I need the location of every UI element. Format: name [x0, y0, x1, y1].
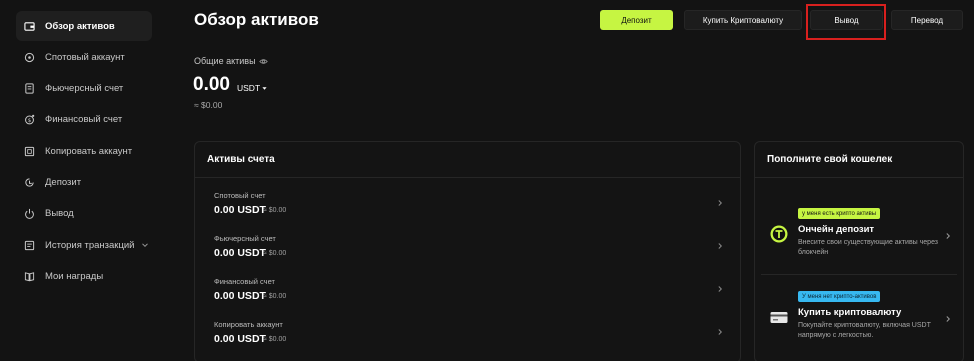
- account-name: Спотовый счет: [214, 191, 266, 200]
- sidebar-item-label: История транзакций: [45, 239, 135, 251]
- sidebar-item-transaction-history[interactable]: История транзакций: [16, 230, 152, 260]
- chevron-right-icon: [718, 243, 723, 249]
- total-assets-value: 0.00: [193, 74, 230, 95]
- sidebar-item-assets-overview[interactable]: Обзор активов: [16, 11, 152, 41]
- onchain-deposit-description: Внесите свои существующие активы через б…: [798, 239, 939, 256]
- account-value: 0.00 USDT: [214, 247, 266, 259]
- chevron-down-icon[interactable]: [141, 241, 149, 249]
- credit-card-icon: [770, 312, 788, 323]
- page-title: Обзор активов: [194, 10, 319, 29]
- deposit-icon: [24, 177, 35, 188]
- top-up-wallet-title: Пополните свой кошелек: [767, 154, 893, 165]
- account-usd-value: ≈ $0.00: [263, 250, 287, 257]
- sidebar-item-deposit[interactable]: Депозит: [16, 167, 152, 197]
- buy-crypto-description: Покупайте криптовалюту, включая USDT нап…: [798, 322, 931, 339]
- chevron-right-icon: [718, 200, 723, 206]
- account-assets-title: Активы счета: [207, 154, 275, 165]
- no-crypto-badge: У меня нет крипто-активов: [798, 291, 881, 302]
- sidebar-item-label: Фьючерсный счет: [45, 82, 124, 94]
- rewards-icon: [24, 271, 35, 282]
- card-divider: [195, 177, 740, 178]
- account-row-finance[interactable]: Финансовый счет 0.00 USDT ≈ $0.00: [195, 277, 740, 317]
- caret-down-icon: [262, 86, 267, 90]
- sidebar-item-finance-account[interactable]: $ Финансовый счет: [16, 104, 152, 134]
- deposit-button[interactable]: Депозит: [600, 10, 673, 30]
- sidebar-item-label: Обзор активов: [45, 20, 115, 32]
- transfer-button[interactable]: Перевод: [891, 10, 963, 30]
- sidebar-item-withdraw[interactable]: Вывод: [16, 198, 152, 228]
- wallet-divider: [761, 274, 957, 275]
- chevron-right-icon: [946, 233, 951, 239]
- account-assets-card: Активы счета Спотовый счет 0.00 USDT ≈ $…: [194, 141, 741, 361]
- tether-icon: [770, 225, 788, 243]
- sidebar: Обзор активов Спотовый аккаунт Фьючерсны…: [0, 0, 160, 361]
- copy-icon: [24, 146, 35, 157]
- currency-selector[interactable]: USDT: [237, 83, 267, 93]
- account-row-copy[interactable]: Копировать аккаунт 0.00 USDT ≈ $0.00: [195, 320, 740, 360]
- account-value: 0.00 USDT: [214, 290, 266, 302]
- account-usd-value: ≈ $0.00: [263, 336, 287, 343]
- account-row-spot[interactable]: Спотовый счет 0.00 USDT ≈ $0.00: [195, 191, 740, 231]
- account-name: Копировать аккаунт: [214, 320, 283, 329]
- finance-icon: $: [24, 114, 35, 125]
- has-crypto-badge: у меня есть крипто активы: [798, 208, 881, 219]
- onchain-deposit-title: Ончейн депозит: [798, 224, 875, 235]
- card-divider: [755, 177, 963, 178]
- sidebar-item-my-rewards[interactable]: Мои награды: [16, 261, 152, 291]
- account-name: Фьючерсный счет: [214, 234, 276, 243]
- svg-text:$: $: [28, 117, 32, 123]
- withdraw-highlight-box: [806, 4, 886, 40]
- sidebar-item-label: Депозит: [45, 176, 82, 188]
- futures-icon: [24, 82, 35, 94]
- withdraw-icon: [24, 208, 35, 219]
- history-icon: [24, 240, 35, 251]
- buy-crypto-title: Купить криптовалюту: [798, 307, 902, 318]
- buy-crypto-button[interactable]: Купить Криптовалюту: [684, 10, 802, 30]
- onchain-deposit-option[interactable]: у меня есть крипто активы Ончейн депозит…: [755, 208, 963, 278]
- sidebar-item-label: Спотовый аккаунт: [45, 51, 125, 63]
- wallet-icon: [24, 21, 35, 32]
- sidebar-item-spot-account[interactable]: Спотовый аккаунт: [16, 42, 152, 72]
- sidebar-item-futures-account[interactable]: Фьючерсный счет: [16, 73, 152, 103]
- eye-icon[interactable]: [258, 57, 268, 66]
- chevron-right-icon: [718, 286, 723, 292]
- account-usd-value: ≈ $0.00: [263, 207, 287, 214]
- total-assets-usd: ≈ $0.00: [194, 100, 223, 110]
- account-row-futures[interactable]: Фьючерсный счет 0.00 USDT ≈ $0.00: [195, 234, 740, 274]
- total-assets-label: Общие активы: [194, 56, 268, 66]
- chevron-right-icon: [946, 316, 951, 322]
- total-assets-label-text: Общие активы: [194, 56, 256, 66]
- sidebar-item-label: Копировать аккаунт: [45, 145, 133, 157]
- account-value: 0.00 USDT: [214, 333, 266, 345]
- sidebar-item-label: Мои награды: [45, 270, 104, 282]
- currency-label: USDT: [237, 83, 261, 93]
- buy-crypto-option[interactable]: У меня нет крипто-активов Купить криптов…: [755, 291, 963, 361]
- spot-icon: [24, 52, 35, 63]
- account-value: 0.00 USDT: [214, 204, 266, 216]
- account-usd-value: ≈ $0.00: [263, 293, 287, 300]
- chevron-right-icon: [718, 329, 723, 335]
- sidebar-item-label: Вывод: [45, 207, 74, 219]
- sidebar-item-label: Финансовый счет: [45, 113, 123, 125]
- sidebar-item-copy-account[interactable]: Копировать аккаунт: [16, 136, 152, 166]
- top-up-wallet-card: Пополните свой кошелек у меня есть крипт…: [754, 141, 964, 361]
- account-name: Финансовый счет: [214, 277, 275, 286]
